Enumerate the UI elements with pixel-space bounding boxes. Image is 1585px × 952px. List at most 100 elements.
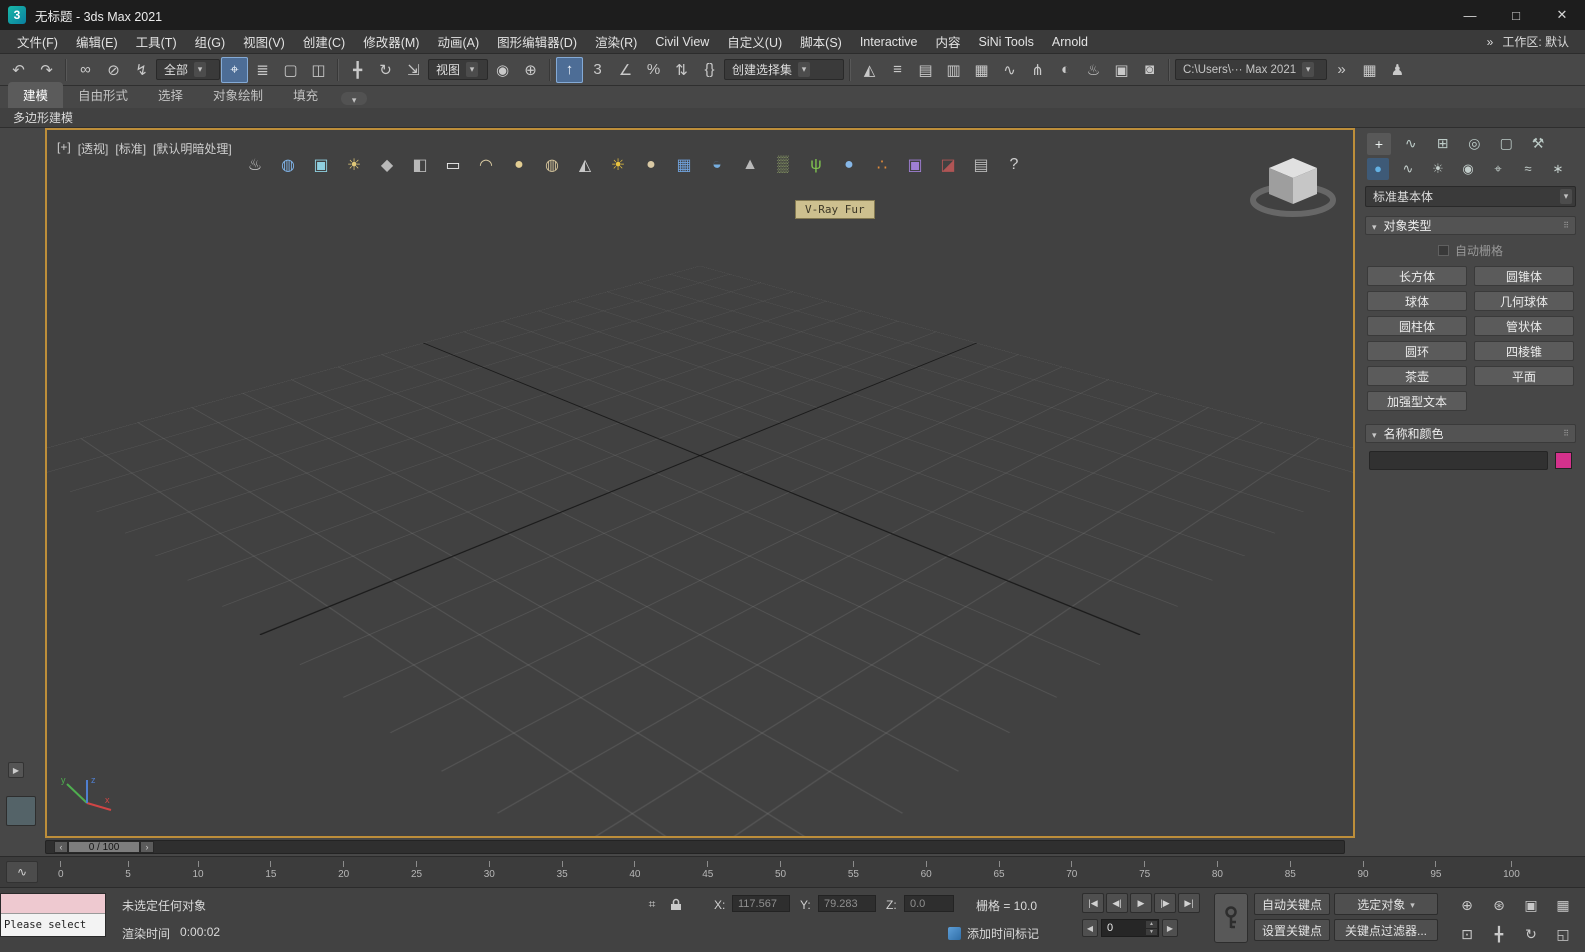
reference-coordinate-combo[interactable]: 视图 (428, 59, 488, 80)
menu-item[interactable]: Civil View (646, 35, 718, 49)
menu-item[interactable]: 动画(A) (428, 32, 488, 51)
modify-tab[interactable]: ∿ (1399, 133, 1423, 155)
use-pivot-point-center-icon[interactable]: ◉ (489, 57, 516, 83)
systems-category[interactable]: ∗ (1547, 158, 1569, 180)
vray-help-icon[interactable]: ? (1002, 152, 1026, 178)
frame-ruler[interactable]: 0 5 10 15 20 25 30 35 40 45 50 55 60 65 … (58, 861, 1520, 880)
vray-physical-camera-icon[interactable]: ◧ (408, 152, 432, 178)
primitive-button[interactable]: 茶壶 (1367, 366, 1467, 386)
vray-light-lister-icon[interactable]: ☀ (342, 152, 366, 178)
menu-item[interactable]: 渲染(R) (586, 32, 646, 51)
previous-frame-nub[interactable]: ‹ (54, 841, 68, 853)
snaps-toggle-3d-icon[interactable]: 3 (584, 57, 611, 83)
auto-key-button[interactable]: 自动关键点 (1254, 893, 1330, 915)
menu-item[interactable]: Arnold (1043, 35, 1097, 49)
zoom-region-button[interactable]: ⊡ (1452, 921, 1482, 948)
menu-item[interactable]: 脚本(S) (791, 32, 851, 51)
chevron-down-icon[interactable] (466, 62, 479, 77)
minimize-button[interactable]: — (1447, 0, 1493, 30)
zoom-extents-button[interactable]: ▣ (1516, 892, 1546, 919)
previous-key-button[interactable]: ◀ (1082, 919, 1098, 937)
primitive-button[interactable]: 平面 (1474, 366, 1574, 386)
menu-item[interactable]: Interactive (851, 35, 927, 49)
character-helper-icon[interactable]: ♟ (1384, 57, 1411, 83)
workspace-table-icon[interactable]: ▦ (1356, 57, 1383, 83)
key-filter-scope-combo[interactable]: 选定对象 (1334, 893, 1438, 915)
menu-item[interactable]: SiNi Tools (970, 35, 1043, 49)
vray-sphere-icon[interactable]: ● (639, 152, 663, 178)
orbit-button[interactable]: ↻ (1516, 921, 1546, 948)
toolbar-overflow-icon[interactable]: » (1328, 57, 1355, 83)
select-and-move-icon[interactable]: ╋ (344, 57, 371, 83)
scene-explorer-icon[interactable]: ▤ (912, 57, 939, 83)
primitive-button[interactable]: 四棱锥 (1474, 341, 1574, 361)
menu-item[interactable]: 工具(T) (127, 32, 186, 51)
app-logo-icon[interactable]: 3 (8, 6, 26, 24)
geometry-category[interactable]: ● (1367, 157, 1389, 180)
select-object-icon[interactable]: ⌖ (221, 56, 248, 83)
vray-displacement-icon[interactable]: ▒ (771, 152, 795, 178)
hierarchy-tab[interactable]: ⊞ (1431, 133, 1455, 155)
rendered-frame-window-icon[interactable]: ▣ (1108, 57, 1135, 83)
schematic-view-icon[interactable]: ⋔ (1024, 57, 1051, 83)
primitive-button[interactable]: 球体 (1367, 291, 1467, 311)
angle-snap-icon[interactable]: ∠ (612, 57, 639, 83)
listener-field[interactable]: Please select (1, 914, 105, 936)
ribbon-tab[interactable]: 自由形式 (63, 82, 143, 108)
chevron-down-icon[interactable] (1560, 189, 1572, 204)
layer-explorer-icon[interactable]: ▥ (940, 57, 967, 83)
primitive-button[interactable]: 管状体 (1474, 316, 1574, 336)
primitive-button[interactable]: 圆锥体 (1474, 266, 1574, 286)
select-and-link-icon[interactable]: ∞ (72, 57, 99, 83)
select-and-scale-icon[interactable]: ⇲ (400, 57, 427, 83)
window-crossing-toggle-icon[interactable]: ◫ (305, 57, 332, 83)
vray-sun-icon[interactable]: ☀ (606, 152, 630, 178)
vray-clipper-icon[interactable]: ◪ (936, 152, 960, 178)
viewport-label-segment[interactable]: [+] (57, 140, 71, 157)
select-and-manipulate-icon[interactable]: ⊕ (517, 57, 544, 83)
vray-frame-buffer-icon[interactable]: ◍ (276, 152, 300, 178)
percent-snap-icon[interactable]: % (640, 57, 667, 83)
ribbon-tab[interactable]: 对象绘制 (198, 82, 278, 108)
cameras-category[interactable]: ◉ (1457, 158, 1479, 180)
curve-editor-icon[interactable]: ∿ (996, 57, 1023, 83)
next-key-button[interactable]: ▶ (1162, 919, 1178, 937)
viewport-label-segment[interactable]: [标准] (115, 140, 146, 157)
time-slider-handle[interactable]: ‹ 0 / 100 › (54, 841, 154, 853)
object-type-rollout-header[interactable]: 对象类型 ⠿ (1365, 216, 1576, 235)
frame-spinner[interactable]: ▲ ▼ (1146, 921, 1157, 935)
menu-item[interactable]: 修改器(M) (354, 32, 428, 51)
ribbon-tab[interactable]: 选择 (143, 82, 198, 108)
viewcube[interactable] (1249, 148, 1337, 233)
vray-light-ies-icon[interactable]: ◭ (573, 152, 597, 178)
pan-button[interactable]: ╋ (1484, 921, 1514, 948)
menu-item[interactable]: 内容 (927, 32, 970, 51)
motion-tab[interactable]: ◎ (1462, 133, 1486, 155)
spinner-snap-icon[interactable]: ⇅ (668, 57, 695, 83)
chevron-down-icon[interactable] (1302, 62, 1315, 77)
lights-category[interactable]: ☀ (1427, 158, 1449, 180)
chevron-down-icon[interactable] (798, 62, 811, 77)
vray-fur-icon[interactable]: ψ (804, 152, 828, 178)
menu-item[interactable]: 视图(V) (234, 32, 294, 51)
vray-proxy-icon[interactable]: ▲ (738, 152, 762, 178)
select-by-name-icon[interactable]: ≣ (249, 57, 276, 83)
render-production-icon[interactable]: ◙ (1136, 57, 1163, 83)
selection-filter-combo[interactable]: 全部 (156, 59, 220, 80)
viewport-canvas[interactable]: [+] [透视] [标准] [默认明暗处理] ♨ ◍ ▣ ☀ ◆ ◧ ▭ ◠ ● ◍ ◭ ☀ ● ▦ ◒ ▲ ▒ ψ ● ∴… (47, 130, 1353, 836)
go-to-end-button[interactable]: ▶| (1178, 893, 1200, 913)
create-tab[interactable]: + (1367, 132, 1391, 155)
x-coord-field[interactable]: 117.567 (732, 895, 790, 912)
z-coord-field[interactable]: 0.0 (904, 895, 954, 912)
vray-volume-grid-icon[interactable]: ▣ (903, 152, 927, 178)
play-button[interactable]: ▶ (1130, 893, 1152, 913)
menu-overflow-icon[interactable]: » (1487, 35, 1494, 49)
vray-metaball-icon[interactable]: ● (837, 152, 861, 178)
vray-scene-converter-icon[interactable]: ▤ (969, 152, 993, 178)
primitive-button[interactable]: 加强型文本 (1367, 391, 1467, 411)
vray-instancer-icon[interactable]: ∴ (870, 152, 894, 178)
next-frame-button[interactable]: |▶ (1154, 893, 1176, 913)
perspective-viewport[interactable]: [+] [透视] [标准] [默认明暗处理] ♨ ◍ ▣ ☀ ◆ ◧ ▭ ◠ ● ◍ ◭ ☀ ● ▦ ◒ ▲ ▒ ψ ● ∴… (45, 128, 1355, 838)
expand-tray-button[interactable]: ▶ (8, 762, 24, 778)
workspace-selector[interactable]: 工作区: 默认 (1502, 33, 1569, 50)
